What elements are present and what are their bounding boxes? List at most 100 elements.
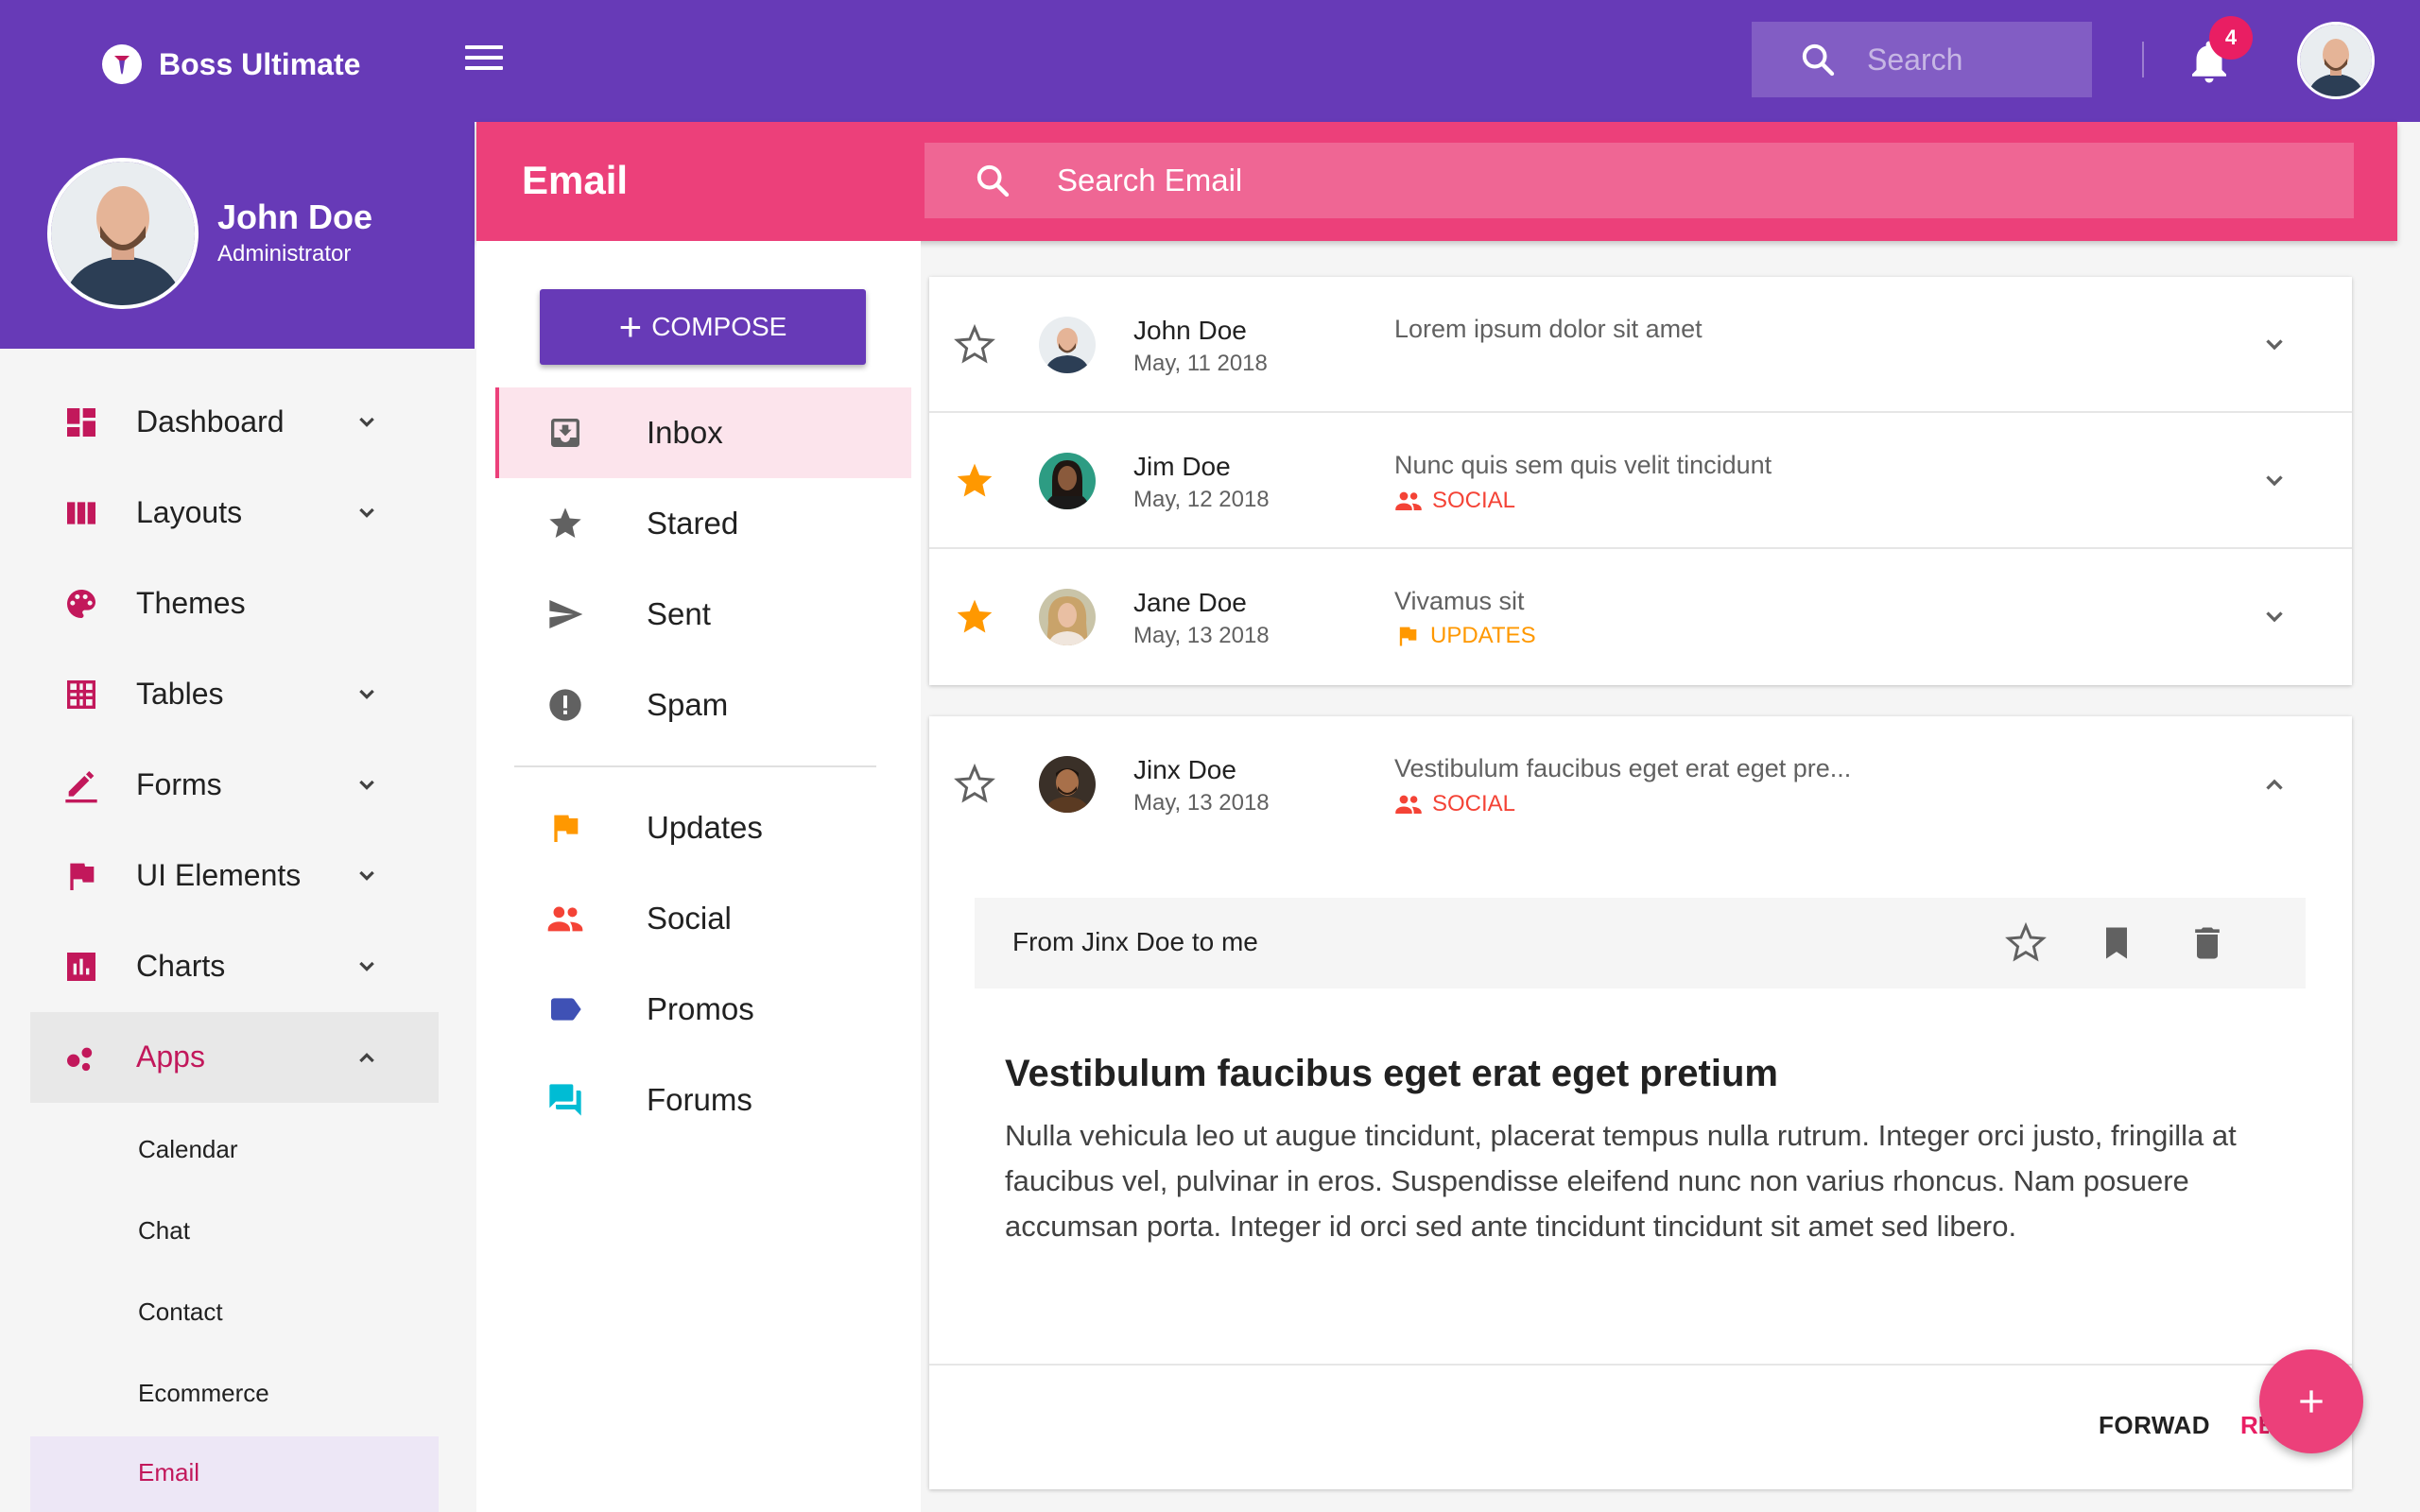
spam-icon <box>549 689 581 721</box>
from-bar: From Jinx Doe to me <box>975 898 2306 988</box>
people-icon <box>1395 795 1422 814</box>
flag-icon <box>70 863 95 890</box>
message-title: Vestibulum faucibus eget erat eget preti… <box>1005 1053 1778 1094</box>
add-fab-button[interactable] <box>2259 1349 2363 1453</box>
palette-icon <box>67 590 95 618</box>
sidebar-item-apps[interactable]: Apps <box>30 1012 439 1103</box>
sender-name: Jinx Doe <box>1133 755 1236 784</box>
people-icon <box>1395 491 1422 510</box>
global-search[interactable] <box>1752 22 2092 97</box>
chevron-down-icon[interactable] <box>352 407 382 438</box>
open-message-header[interactable]: Jinx Doe May, 13 2018 Vestibulum faucibu… <box>929 716 2352 852</box>
star-filled-icon[interactable] <box>954 460 995 502</box>
chevron-down-icon[interactable] <box>352 952 382 982</box>
message-list: John Doe May, 11 2018 Lorem ipsum dolor … <box>929 277 2352 685</box>
sidebar-item-layouts[interactable]: Layouts <box>30 468 439 558</box>
folder-stared[interactable]: Stared <box>495 478 911 569</box>
send-icon <box>549 600 583 628</box>
sender-avatar <box>1039 756 1096 813</box>
flag-icon <box>554 815 579 842</box>
sidebar-item-tables[interactable]: Tables <box>30 649 439 740</box>
open-message-card: Jinx Doe May, 13 2018 Vestibulum faucibu… <box>929 716 2352 1489</box>
folder-inbox[interactable]: Inbox <box>495 387 911 478</box>
people-icon <box>547 906 583 932</box>
email-search-input[interactable] <box>1057 163 2286 198</box>
sidebar-item-ui-elements[interactable]: UI Elements <box>30 831 439 921</box>
chevron-up-icon[interactable] <box>352 1042 382 1073</box>
brand[interactable]: Boss Ultimate <box>102 44 360 84</box>
menu-toggle-icon[interactable] <box>465 45 503 76</box>
chevron-up-icon[interactable] <box>2257 767 2291 801</box>
sender-avatar <box>1039 453 1096 509</box>
bookmark-icon[interactable] <box>2096 922 2137 964</box>
bubbles-icon <box>67 1047 93 1072</box>
folder-sent[interactable]: Sent <box>495 569 911 660</box>
sender-avatar <box>1039 317 1096 373</box>
star-outline-icon[interactable] <box>2005 922 2047 964</box>
label-promos[interactable]: Promos <box>495 964 911 1055</box>
sidebar-subitem-chat[interactable]: Chat <box>30 1194 439 1270</box>
label-forums[interactable]: Forums <box>495 1055 911 1145</box>
chevron-down-icon[interactable] <box>352 861 382 891</box>
tag-updates: UPDATES <box>1394 623 1536 649</box>
folder-divider <box>514 765 876 767</box>
message-row[interactable]: Jane Doe May, 13 2018 Vivamus sit UPDATE… <box>929 549 2352 685</box>
compose-button[interactable]: + COMPOSE <box>540 289 866 365</box>
sidebar-item-charts[interactable]: Charts <box>30 921 439 1012</box>
message-subject: Lorem ipsum dolor sit amet <box>1394 315 1703 343</box>
sidebar-subitem-email[interactable]: Email <box>30 1436 439 1512</box>
plus-icon <box>2300 1390 2323 1413</box>
star-outline-icon[interactable] <box>954 324 995 366</box>
star-icon <box>549 507 581 538</box>
page-title: Email <box>522 158 629 202</box>
label-updates[interactable]: Updates <box>495 782 911 873</box>
tag-icon <box>551 998 581 1021</box>
email-search[interactable] <box>925 143 2354 218</box>
star-filled-icon[interactable] <box>954 596 995 638</box>
label-social[interactable]: Social <box>495 873 911 964</box>
sidebar-item-themes[interactable]: Themes <box>30 558 439 649</box>
sender-avatar <box>1039 589 1096 645</box>
grid-icon <box>67 680 95 709</box>
message-date: May, 13 2018 <box>1133 790 1270 816</box>
chevron-down-icon[interactable] <box>352 770 382 800</box>
chevron-down-icon[interactable] <box>352 498 382 528</box>
profile-role: Administrator <box>217 241 352 266</box>
message-row[interactable]: John Doe May, 11 2018 Lorem ipsum dolor … <box>929 277 2352 413</box>
bar-chart-icon <box>67 953 95 981</box>
email-header: Email <box>476 122 2397 241</box>
from-line: From Jinx Doe to me <box>1012 927 1258 956</box>
folder-spam[interactable]: Spam <box>495 660 911 750</box>
folder-panel: + COMPOSE Inbox Stared Sent Spam Updates… <box>476 241 921 1512</box>
inbox-icon <box>551 419 579 447</box>
sidebar-subitem-calendar[interactable]: Calendar <box>30 1113 439 1189</box>
sidebar-item-forms[interactable]: Forms <box>30 740 439 831</box>
message-subject: Vestibulum faucibus eget erat eget pre..… <box>1394 754 1852 782</box>
sidebar-item-dashboard[interactable]: Dashboard <box>30 377 439 468</box>
message-row[interactable]: Jim Doe May, 12 2018 Nunc quis sem quis … <box>929 413 2352 549</box>
sender-name: John Doe <box>1133 316 1247 345</box>
global-search-input[interactable] <box>1867 42 2075 77</box>
plus-icon: + <box>618 304 643 349</box>
brand-logo-icon <box>102 44 142 84</box>
chevron-down-icon[interactable] <box>352 679 382 710</box>
app-title: Boss Ultimate <box>159 46 361 81</box>
topbar-divider <box>2142 42 2144 77</box>
dashboard-icon <box>67 408 95 437</box>
user-avatar[interactable] <box>2297 22 2375 99</box>
profile-avatar[interactable] <box>47 158 199 309</box>
sidebar-subitem-contact[interactable]: Contact <box>30 1276 439 1351</box>
pen-icon <box>65 771 97 803</box>
chevron-down-icon[interactable] <box>2257 464 2291 498</box>
star-outline-icon[interactable] <box>954 764 995 805</box>
trash-icon[interactable] <box>2187 922 2228 964</box>
message-subject: Nunc quis sem quis velit tincidunt <box>1394 451 1772 479</box>
sidebar-nav: Dashboard Layouts Themes Tables Forms UI… <box>0 349 475 1512</box>
tag-social: SOCIAL <box>1394 487 1515 515</box>
forward-button[interactable]: FORWAD <box>2099 1411 2210 1440</box>
chevron-down-icon[interactable] <box>2257 328 2291 362</box>
sidebar-subitem-ecommerce[interactable]: Ecommerce <box>30 1357 439 1433</box>
chevron-down-icon[interactable] <box>2257 600 2291 634</box>
message-date: May, 13 2018 <box>1133 623 1270 648</box>
layouts-icon <box>67 502 95 524</box>
